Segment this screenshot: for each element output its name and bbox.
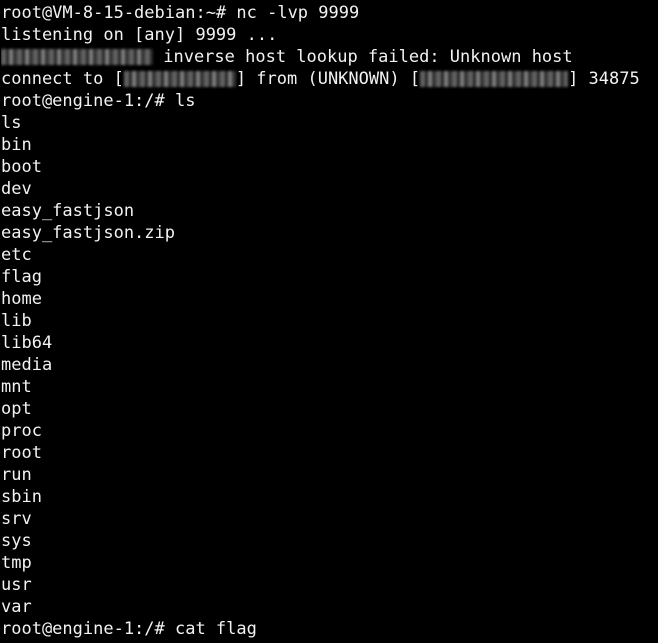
listing-item: flag bbox=[1, 267, 42, 287]
command-line-nc: root@VM-8-15-debian:~# nc -lvp 9999 bbox=[1, 3, 360, 23]
connect-suffix: ] 34875 bbox=[568, 69, 640, 89]
listing-item: dev bbox=[1, 179, 32, 199]
command-line-ls: root@engine-1:/# ls bbox=[1, 91, 196, 111]
listing-item: usr bbox=[1, 575, 32, 595]
listing-item: ls bbox=[1, 113, 22, 133]
listing-item: lib64 bbox=[1, 333, 53, 353]
redacted-ip bbox=[420, 71, 569, 87]
listing-item: easy_fastjson.zip bbox=[1, 223, 175, 243]
output-lookup-failed: inverse host lookup failed: Unknown host bbox=[1, 46, 658, 68]
redacted-ip bbox=[123, 71, 236, 87]
listing-item: sbin bbox=[1, 487, 42, 507]
connect-prefix: connect to [ bbox=[1, 69, 124, 89]
listing-item: proc bbox=[1, 421, 42, 441]
listing-item: opt bbox=[1, 399, 32, 419]
output-connect: connect to [ ] from (UNKNOWN) [ ] 34875 bbox=[1, 68, 658, 90]
listing-item: var bbox=[1, 597, 32, 617]
listing-item: etc bbox=[1, 245, 32, 265]
terminal-window[interactable]: root@VM-8-15-debian:~# nc -lvp 9999 list… bbox=[0, 0, 658, 643]
command-line-cat: root@engine-1:/# cat flag bbox=[1, 619, 257, 639]
listing-item: lib bbox=[1, 311, 32, 331]
listing-item: srv bbox=[1, 509, 32, 529]
listing-item: easy_fastjson bbox=[1, 201, 135, 221]
listing-item: sys bbox=[1, 531, 32, 551]
listing-item: root bbox=[1, 443, 42, 463]
connect-mid: ] from (UNKNOWN) [ bbox=[235, 69, 421, 89]
listing-item: mnt bbox=[1, 377, 32, 397]
listing-item: run bbox=[1, 465, 32, 485]
listing-item: home bbox=[1, 289, 42, 309]
redacted-ip bbox=[1, 49, 153, 65]
listing-item: media bbox=[1, 355, 53, 375]
listing-item: tmp bbox=[1, 553, 32, 573]
listing-item: bin bbox=[1, 135, 32, 155]
lookup-failed-text: inverse host lookup failed: Unknown host bbox=[153, 47, 573, 67]
output-listening: listening on [any] 9999 ... bbox=[1, 25, 278, 45]
listing-item: boot bbox=[1, 157, 42, 177]
